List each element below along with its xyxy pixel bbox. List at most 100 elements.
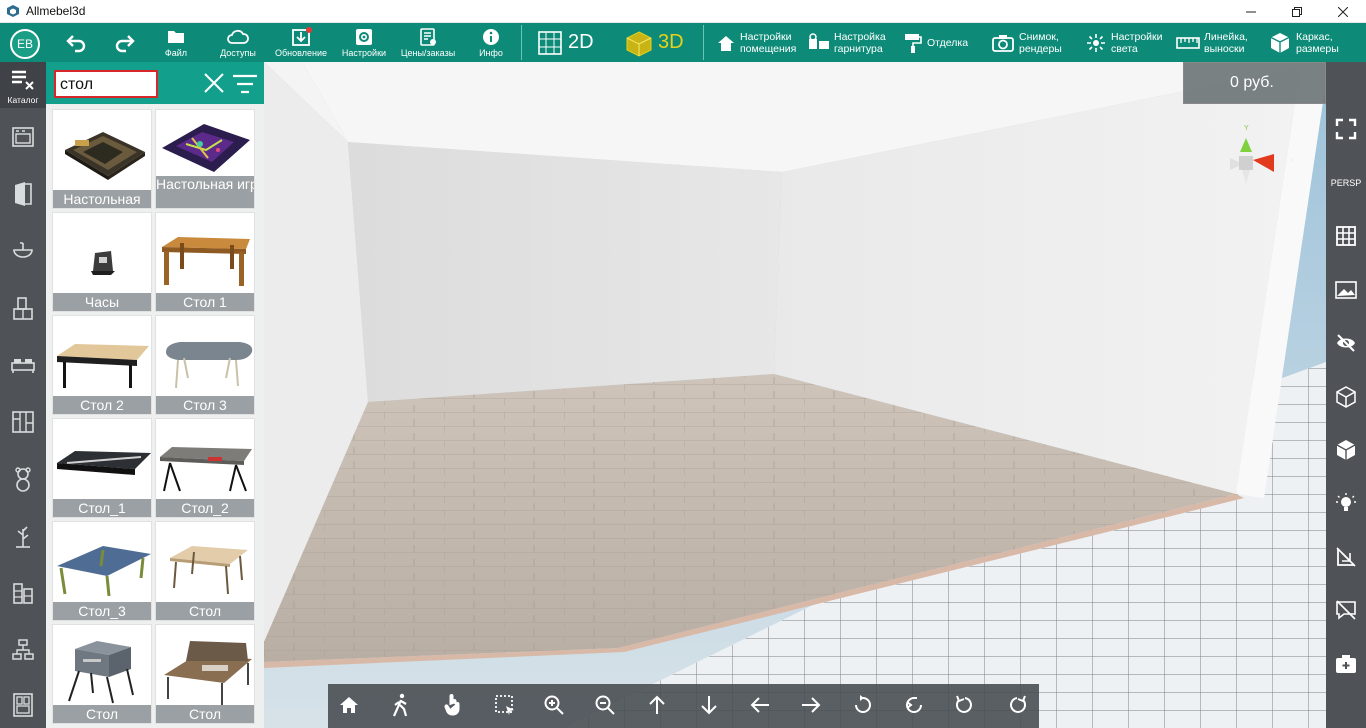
- axis-gizmo-icon[interactable]: Y x: [1222, 124, 1302, 200]
- price-summary[interactable]: 0 руб.: [1183, 62, 1360, 104]
- solid-view-toggle[interactable]: [1331, 435, 1361, 465]
- table-2-thumbnail: [57, 344, 149, 388]
- camera-icon: [992, 34, 1014, 52]
- orbit-left-button[interactable]: [901, 692, 927, 718]
- dimensions-toggle[interactable]: [1331, 542, 1361, 572]
- catalog-item[interactable]: Стол: [155, 624, 255, 724]
- teddy-bear-icon: [15, 467, 31, 492]
- walk-mode-button[interactable]: [388, 692, 414, 718]
- settings-button[interactable]: Настройки: [340, 23, 388, 62]
- catalog-item[interactable]: Стол 1: [155, 212, 255, 312]
- move-right-button[interactable]: [798, 692, 824, 718]
- info-icon: [483, 29, 499, 45]
- room-settings-button[interactable]: Настройки помещения: [716, 23, 796, 62]
- fullscreen-icon: [1335, 118, 1357, 140]
- solid-cube-icon: [1336, 440, 1356, 460]
- category-storage[interactable]: [8, 578, 38, 608]
- grid-2d-icon: [538, 30, 562, 55]
- select-area-button[interactable]: [492, 692, 518, 718]
- price-list-icon: [420, 28, 436, 46]
- plant-icon: [16, 526, 30, 548]
- home-icon: [718, 35, 734, 51]
- info-label: Инфо: [479, 48, 503, 58]
- file-button[interactable]: Файл: [158, 23, 194, 62]
- item-label: Настольная: [53, 190, 151, 208]
- frame-dimensions-button[interactable]: Каркас, размеры: [1268, 23, 1339, 62]
- home-view-button[interactable]: [336, 692, 362, 718]
- catalog-item[interactable]: Стол 2: [52, 315, 152, 415]
- background-button[interactable]: [1331, 275, 1361, 305]
- light-settings-button[interactable]: Настройки света: [1085, 23, 1163, 62]
- catalog-menu-icon: [12, 70, 34, 90]
- screenshot-button[interactable]: [1331, 649, 1361, 679]
- hidden-texture-icon: [1337, 334, 1355, 352]
- undo-button[interactable]: [62, 23, 90, 62]
- 3d-viewport[interactable]: Y x: [264, 62, 1326, 728]
- ruler-icon: [1176, 36, 1200, 49]
- user-avatar[interactable]: ЕВ: [10, 29, 40, 59]
- ruler-button[interactable]: Линейка, выноски: [1176, 23, 1248, 62]
- rotate-left-icon: [906, 697, 922, 713]
- catalog-item[interactable]: Стол_1: [52, 418, 152, 518]
- perspective-toggle[interactable]: PERSP: [1331, 168, 1362, 198]
- table-3-thumbnail: [166, 342, 253, 389]
- move-up-button[interactable]: [644, 692, 670, 718]
- zoom-out-button[interactable]: [592, 692, 618, 718]
- category-decor[interactable]: [8, 521, 38, 551]
- info-button[interactable]: Инфо: [476, 23, 506, 62]
- wireframe-toggle[interactable]: [1331, 382, 1361, 412]
- zoom-in-button[interactable]: [541, 692, 567, 718]
- catalog-item[interactable]: Стол: [52, 624, 152, 724]
- prices-orders-button[interactable]: Цены/заказы: [396, 23, 460, 62]
- clear-search-icon[interactable]: [203, 72, 225, 94]
- catalog-item[interactable]: Настольная: [52, 109, 152, 209]
- lighting-toggle[interactable]: [1331, 489, 1361, 519]
- move-left-button[interactable]: [747, 692, 773, 718]
- update-button[interactable]: Обновление: [274, 23, 328, 62]
- textures-toggle[interactable]: [1331, 328, 1361, 358]
- grid-toggle[interactable]: [1331, 221, 1361, 251]
- category-modules[interactable]: [8, 690, 38, 720]
- catalog-item[interactable]: Стол_2: [155, 418, 255, 518]
- category-wardrobes[interactable]: [8, 407, 38, 437]
- set-settings-button[interactable]: Настройка гарнитура: [808, 23, 886, 62]
- category-cabinets[interactable]: [8, 293, 38, 323]
- rotate-ccw-button[interactable]: [952, 692, 978, 718]
- pan-mode-button[interactable]: [440, 692, 466, 718]
- mode-2d-button[interactable]: 2D: [536, 23, 594, 62]
- bed-icon: [11, 359, 35, 373]
- finish-button[interactable]: Отделка: [903, 23, 968, 62]
- catalog-item[interactable]: Стол 3: [155, 315, 255, 415]
- minimize-button[interactable]: [1228, 0, 1274, 23]
- app-logo-icon: [7, 5, 19, 17]
- svg-text:Y: Y: [1244, 125, 1249, 132]
- snapshot-button[interactable]: Снимок, рендеры: [991, 23, 1062, 62]
- orbit-down-button[interactable]: [850, 692, 876, 718]
- access-button[interactable]: Доступы: [218, 23, 258, 62]
- catalog-toggle[interactable]: Каталог: [0, 62, 46, 108]
- catalog-item[interactable]: Настольная игра 2: [155, 109, 255, 209]
- category-office[interactable]: [8, 635, 38, 665]
- catalog-item[interactable]: Стол: [155, 521, 255, 621]
- arrow-down-icon: [701, 696, 717, 715]
- category-bathroom[interactable]: [8, 236, 38, 266]
- category-kids[interactable]: [8, 464, 38, 494]
- catalog-item[interactable]: Часы: [52, 212, 152, 312]
- frame-dimensions-label: Каркас, размеры: [1296, 30, 1339, 55]
- search-input[interactable]: стол: [54, 70, 158, 98]
- move-down-button[interactable]: [696, 692, 722, 718]
- annotations-toggle[interactable]: [1331, 595, 1361, 625]
- redo-button[interactable]: [111, 23, 139, 62]
- mode-3d-button[interactable]: 3D: [624, 23, 684, 62]
- catalog-panel: стол Настольная Настольная игра 2 Часы С…: [46, 62, 264, 728]
- rotate-cw-button[interactable]: [1004, 692, 1030, 718]
- close-window-button[interactable]: [1320, 0, 1366, 23]
- catalog-item[interactable]: Стол_3: [52, 521, 152, 621]
- category-kitchen[interactable]: [8, 122, 38, 152]
- door-icon: [15, 182, 32, 206]
- restore-button[interactable]: [1274, 0, 1320, 23]
- category-doors[interactable]: [8, 179, 38, 209]
- category-bedroom[interactable]: [8, 350, 38, 380]
- fullscreen-button[interactable]: [1331, 114, 1361, 144]
- filter-icon[interactable]: [232, 73, 258, 95]
